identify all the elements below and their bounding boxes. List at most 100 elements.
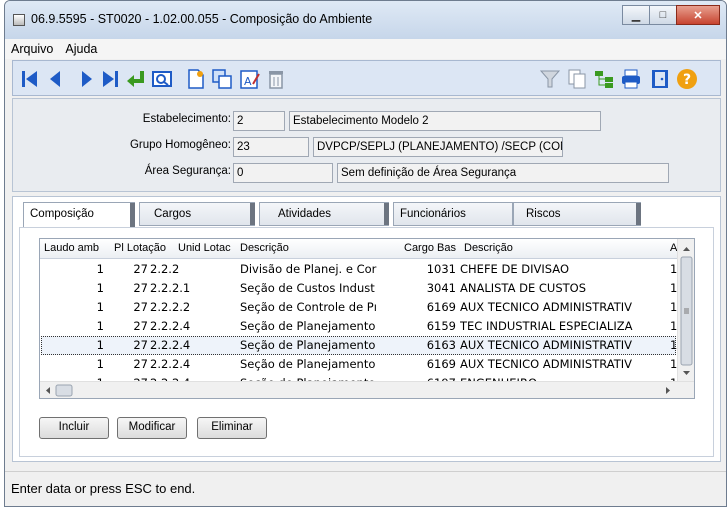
incluir-button[interactable]: Incluir [39, 417, 109, 439]
tab-cargos-label: Cargos [154, 208, 192, 220]
duplicate-icon[interactable] [566, 68, 588, 90]
help-icon[interactable]: ? [676, 68, 698, 90]
close-button[interactable]: ✕ [676, 5, 720, 25]
tab-composicao[interactable]: Composição [23, 202, 135, 228]
edit-icon[interactable]: A [239, 68, 261, 90]
tab-riscos[interactable]: Riscos [513, 202, 641, 226]
cell-pl-lotacao: 27 [133, 357, 148, 371]
menu-bar: Arquivo Ajuda [5, 39, 726, 59]
cell-descricao-lotacao: Seção de Custos Indust [240, 281, 375, 295]
menu-arquivo[interactable]: Arquivo [11, 42, 53, 56]
tab-panel: Composição Cargos Atividades Funcionário… [12, 196, 721, 462]
filter-icon[interactable] [539, 68, 561, 90]
scroll-down-icon[interactable] [683, 371, 690, 375]
return-icon[interactable] [125, 68, 147, 90]
cell-unid-lotac: 2.2.2.4 [150, 338, 191, 352]
menu-ajuda[interactable]: Ajuda [65, 42, 97, 56]
cell-descricao-cargo: ANALISTA DE CUSTOS [460, 281, 586, 295]
tab-funcionarios-label: Funcionários [400, 208, 466, 220]
table-row[interactable]: 1 27 2.2.2.2 Seção de Controle de Pı 6169 AUX… [40, 298, 694, 317]
cell-laudo-amb: 1 [96, 357, 104, 371]
cell-cargo-bas: 3041 [426, 281, 456, 295]
previous-record-icon[interactable] [45, 68, 67, 90]
cell-descricao-lotacao: Seção de Controle de Pı [240, 300, 377, 314]
col-descricao-cargo[interactable]: Descrição [464, 242, 668, 254]
status-text: Enter data or press ESC to end. [11, 481, 196, 496]
grupo-homogeneo-label: Grupo Homogêneo: [129, 139, 231, 151]
grupo-homogeneo-code-field[interactable]: 23 [233, 137, 309, 157]
grupo-homogeneo-name-field: DVPCP/SEPLJ (PLANEJAMENTO) /SECP (CON [313, 137, 563, 157]
cell-laudo-amb: 1 [96, 262, 104, 276]
area-seguranca-name-field: Sem definição de Área Segurança [337, 163, 669, 183]
cell-unid-lotac: 2.2.2.4 [150, 357, 191, 371]
table-row[interactable]: 1 27 2.2.2.4 Seção de Planejamento 6159 TEC I… [40, 317, 694, 336]
maximize-button[interactable]: □ [649, 5, 677, 25]
horizontal-scroll-thumb[interactable] [55, 384, 73, 397]
cell-cargo-bas: 1031 [426, 262, 456, 276]
horizontal-scrollbar[interactable] [40, 381, 694, 398]
svg-text:A: A [244, 75, 252, 88]
col-unid-lotac[interactable]: Unid Lotac [178, 242, 238, 254]
composicao-grid[interactable]: Laudo amb Pl Lotação Unid Lotac Descriçã… [39, 238, 695, 399]
cell-descricao-cargo: AUX TECNICO ADMINISTRATIV [460, 300, 633, 314]
tab-cargos[interactable]: Cargos [139, 202, 255, 226]
scroll-left-icon[interactable] [46, 387, 50, 394]
app-icon [13, 14, 25, 26]
eliminar-button[interactable]: Eliminar [197, 417, 267, 439]
cell-unid-lotac: 2.2.2.2 [150, 300, 191, 314]
area-seguranca-label: Área Segurança: [144, 165, 231, 177]
col-cargo-bas[interactable]: Cargo Bas [404, 242, 464, 254]
modificar-button[interactable]: Modificar [117, 417, 187, 439]
cell-descricao-cargo: AUX TECNICO ADMINISTRATIV [460, 357, 633, 371]
vertical-scrollbar[interactable] [677, 239, 694, 398]
cell-descricao-lotacao: Seção de Planejamento [240, 319, 376, 333]
header-form: Estabelecimento: 2 Estabelecimento Model… [12, 98, 721, 192]
table-row[interactable]: 1 27 2.2.2 Divisão de Planej. e Cor 1031 CHEF… [40, 260, 694, 279]
last-record-icon[interactable] [99, 68, 121, 90]
col-laudo-amb[interactable]: Laudo amb [44, 242, 112, 254]
grid-header: Laudo amb Pl Lotação Unid Lotac Descriçã… [40, 239, 694, 259]
preview-icon[interactable] [151, 68, 173, 90]
delete-icon[interactable] [265, 68, 287, 90]
scroll-right-icon[interactable] [666, 387, 670, 394]
cell-descricao-cargo: CHEFE DE DIVISAO [460, 262, 569, 276]
cell-descricao-lotacao: Seção de Planejamento [240, 338, 376, 352]
cell-laudo-amb: 1 [96, 319, 104, 333]
print-icon[interactable] [620, 68, 642, 90]
estabelecimento-code-field[interactable]: 2 [233, 111, 285, 131]
col-descricao-lotacao[interactable]: Descrição [240, 242, 400, 254]
exit-icon[interactable] [649, 68, 671, 90]
next-record-icon[interactable] [75, 68, 97, 90]
app-window: 06.9.5595 - ST0020 - 1.02.00.055 - Compo… [4, 0, 727, 507]
cell-descricao-cargo: TEC INDUSTRIAL ESPECIALIZA [460, 319, 633, 333]
cell-cargo-bas: 6159 [426, 319, 456, 333]
scroll-up-icon[interactable] [683, 247, 690, 251]
cell-laudo-amb: 1 [96, 338, 104, 352]
copy-icon[interactable] [211, 68, 233, 90]
first-record-icon[interactable] [19, 68, 41, 90]
cell-unid-lotac: 2.2.2 [150, 262, 180, 276]
tab-funcionarios[interactable]: Funcionários [393, 202, 513, 226]
table-row[interactable]: 1 27 2.2.2.1 Seção de Custos Indust 3041 ANAL… [40, 279, 694, 298]
tree-icon[interactable] [593, 68, 615, 90]
cell-descricao-cargo: AUX TECNICO ADMINISTRATIV [460, 338, 633, 352]
cell-descricao-lotacao: Seção de Planejamento [240, 357, 376, 371]
table-row[interactable]: 1 27 2.2.2.4 Seção de Planejamento 6169 AUX T… [40, 355, 694, 374]
cell-pl-lotacao: 27 [133, 281, 148, 295]
cell-cargo-bas: 6169 [426, 357, 456, 371]
cell-unid-lotac: 2.2.2.1 [150, 281, 191, 295]
cell-pl-lotacao: 27 [133, 300, 148, 314]
tab-atividades[interactable]: Atividades [259, 202, 389, 226]
cell-pl-lotacao: 27 [133, 319, 148, 333]
col-pl-lotacao[interactable]: Pl Lotação [114, 242, 176, 254]
new-document-icon[interactable] [185, 68, 207, 90]
window-title: 06.9.5595 - ST0020 - 1.02.00.055 - Compo… [31, 12, 373, 26]
toolbar: A ? [12, 60, 721, 96]
minimize-button[interactable]: ▁ [622, 5, 650, 25]
title-bar: 06.9.5595 - ST0020 - 1.02.00.055 - Compo… [5, 1, 726, 39]
cell-unid-lotac: 2.2.2.4 [150, 319, 191, 333]
tab-atividades-label: Atividades [278, 208, 332, 220]
area-seguranca-code-field[interactable]: 0 [233, 163, 333, 183]
tab-riscos-label: Riscos [526, 208, 561, 220]
table-row[interactable]: 1 27 2.2.2.4 Seção de Planejamento 6163 AUX T… [40, 336, 694, 355]
